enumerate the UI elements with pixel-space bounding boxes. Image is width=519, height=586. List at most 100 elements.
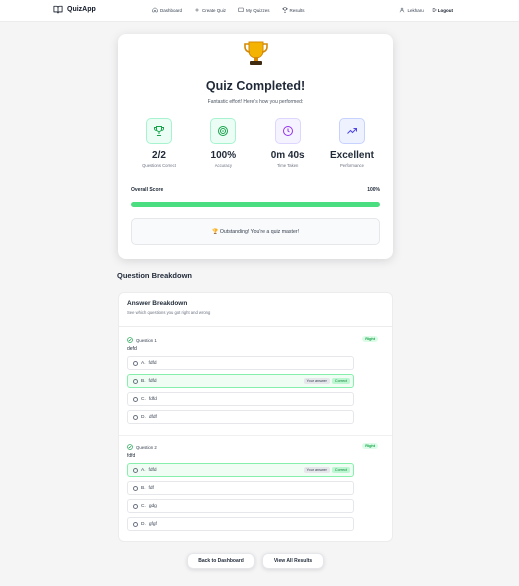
question-text: defd <box>127 346 137 352</box>
option-letter: B. <box>141 378 146 384</box>
overall-score-bar <box>131 202 380 207</box>
check-circle-icon <box>127 444 133 450</box>
question-number: Question 1 <box>136 337 157 343</box>
result-title: Quiz Completed! <box>205 79 306 93</box>
target-icon <box>210 118 237 144</box>
correct-tag: Correct <box>331 467 350 473</box>
answer-breakdown-card: Answer Breakdown See which questions you… <box>118 292 393 542</box>
user-name: Lekharu <box>407 7 424 13</box>
question-block: Question 2 Right fdfd A. fdfd Your answe… <box>119 442 392 535</box>
trophy-icon <box>282 7 288 13</box>
result-subtitle: Fantastic effort! Here's how you perform… <box>207 99 304 105</box>
breakdown-title: Answer Breakdown <box>127 300 188 307</box>
option-letter: C. <box>141 503 146 509</box>
option-text: fdfd <box>148 396 157 402</box>
overall-score-label: Overall Score <box>131 187 164 193</box>
stat-label: Questions Correct <box>142 163 176 168</box>
home-icon <box>152 7 158 13</box>
radio-icon <box>133 396 138 402</box>
clock-icon <box>274 118 301 144</box>
stat-label: Time Taken <box>276 163 299 168</box>
option-text: fdfd <box>148 360 157 366</box>
top-navbar: QuizApp Dashboard Create Quiz My Quizzes… <box>0 0 519 22</box>
option-letter: D. <box>141 414 146 420</box>
option-text: gdg <box>148 503 157 509</box>
trending-up-icon <box>338 118 365 144</box>
option-letter: A. <box>141 467 146 473</box>
option-letter: D. <box>141 521 146 527</box>
question-block: Question 1 Right defd A. fdfd B. fdfd Yo… <box>119 335 392 428</box>
radio-icon <box>133 467 138 473</box>
radio-icon <box>133 378 138 384</box>
answer-option: C. fdfd <box>127 392 354 406</box>
overall-score-fill <box>131 202 380 207</box>
stat-value: 2/2 <box>152 150 166 161</box>
your-answer-tag: Your answer <box>303 467 330 473</box>
your-answer-tag: Your answer <box>303 378 330 384</box>
option-text: dfdf <box>148 414 157 420</box>
stat-time-taken: 0m 40s Time Taken <box>259 118 317 168</box>
option-text: fdf <box>148 485 154 491</box>
question-text: fdfd <box>127 453 136 459</box>
divider <box>119 435 392 436</box>
stat-label: Performance <box>339 163 364 168</box>
nav-dashboard-link[interactable]: Dashboard <box>152 7 182 13</box>
option-letter: C. <box>141 396 146 402</box>
logout-label: Logout <box>437 7 453 13</box>
answer-option: B. fdf <box>127 481 354 495</box>
option-text: fdfd <box>148 378 157 384</box>
overall-score-value: 100% <box>367 187 380 193</box>
logout-button[interactable]: Logout <box>432 7 453 13</box>
option-text: fdfd <box>148 467 157 473</box>
nav-my-quizzes-label: My Quizzes <box>246 7 270 13</box>
stats-row: 2/2 Questions Correct 100% Accuracy 0m 4… <box>130 118 381 168</box>
trophy-icon <box>146 118 172 144</box>
radio-icon <box>133 485 138 491</box>
stat-value: 0m 40s <box>270 150 305 161</box>
section-title: Question Breakdown <box>117 271 193 280</box>
radio-icon <box>133 414 138 420</box>
radio-icon <box>133 503 138 509</box>
option-letter: B. <box>141 485 146 491</box>
breakdown-subtitle: See which questions you got right and wr… <box>127 310 211 315</box>
brand-logo[interactable]: QuizApp <box>53 5 96 14</box>
status-badge: Right <box>362 336 378 342</box>
logout-icon <box>432 8 437 12</box>
option-letter: A. <box>141 360 146 366</box>
question-header: Question 1 Right <box>127 335 386 345</box>
stat-value: 100% <box>210 150 237 161</box>
user-icon <box>400 7 405 13</box>
status-badge: Right <box>362 443 378 449</box>
stat-label: Accuracy <box>214 163 232 168</box>
correct-tag: Correct <box>331 378 350 384</box>
stat-performance: Excellent Performance <box>323 118 381 168</box>
brand-name: QuizApp <box>67 6 96 13</box>
nav-create-quiz-label: Create Quiz <box>202 7 227 13</box>
answer-option-correct: B. fdfd Your answer Correct <box>127 374 354 388</box>
nav-results-link[interactable]: Results <box>282 7 305 13</box>
question-header: Question 2 Right <box>127 442 386 452</box>
answer-option: D. gfgf <box>127 517 354 531</box>
overall-score-row: Overall Score 100% <box>131 187 380 193</box>
radio-icon <box>133 521 138 527</box>
result-summary-card: Quiz Completed! Fantastic effort! Here's… <box>118 34 393 259</box>
nav-results-label: Results <box>289 7 305 13</box>
answer-option-correct: A. fdfd Your answer Correct <box>127 463 354 477</box>
radio-icon <box>133 360 138 366</box>
book-icon <box>238 7 244 13</box>
nav-my-quizzes-link[interactable]: My Quizzes <box>238 7 270 13</box>
view-all-results-button[interactable]: View All Results <box>262 553 324 569</box>
option-text: gfgf <box>148 521 157 527</box>
nav-dashboard-label: Dashboard <box>160 7 183 13</box>
breakdown-header: Answer Breakdown See which questions you… <box>119 293 392 327</box>
user-menu[interactable]: Lekharu <box>399 7 424 13</box>
stat-value: Excellent <box>330 150 374 161</box>
result-message-box: 🏆 Outstanding! You're a quiz master! <box>131 218 380 245</box>
answer-option: A. fdfd <box>127 356 354 370</box>
stat-questions-correct: 2/2 Questions Correct <box>130 118 188 168</box>
stat-accuracy: 100% Accuracy <box>194 118 252 168</box>
answer-option: C. gdg <box>127 499 354 513</box>
nav-create-quiz-link[interactable]: Create Quiz <box>194 7 226 13</box>
answer-option: D. dfdf <box>127 410 354 424</box>
back-to-dashboard-button[interactable]: Back to Dashboard <box>187 553 255 569</box>
